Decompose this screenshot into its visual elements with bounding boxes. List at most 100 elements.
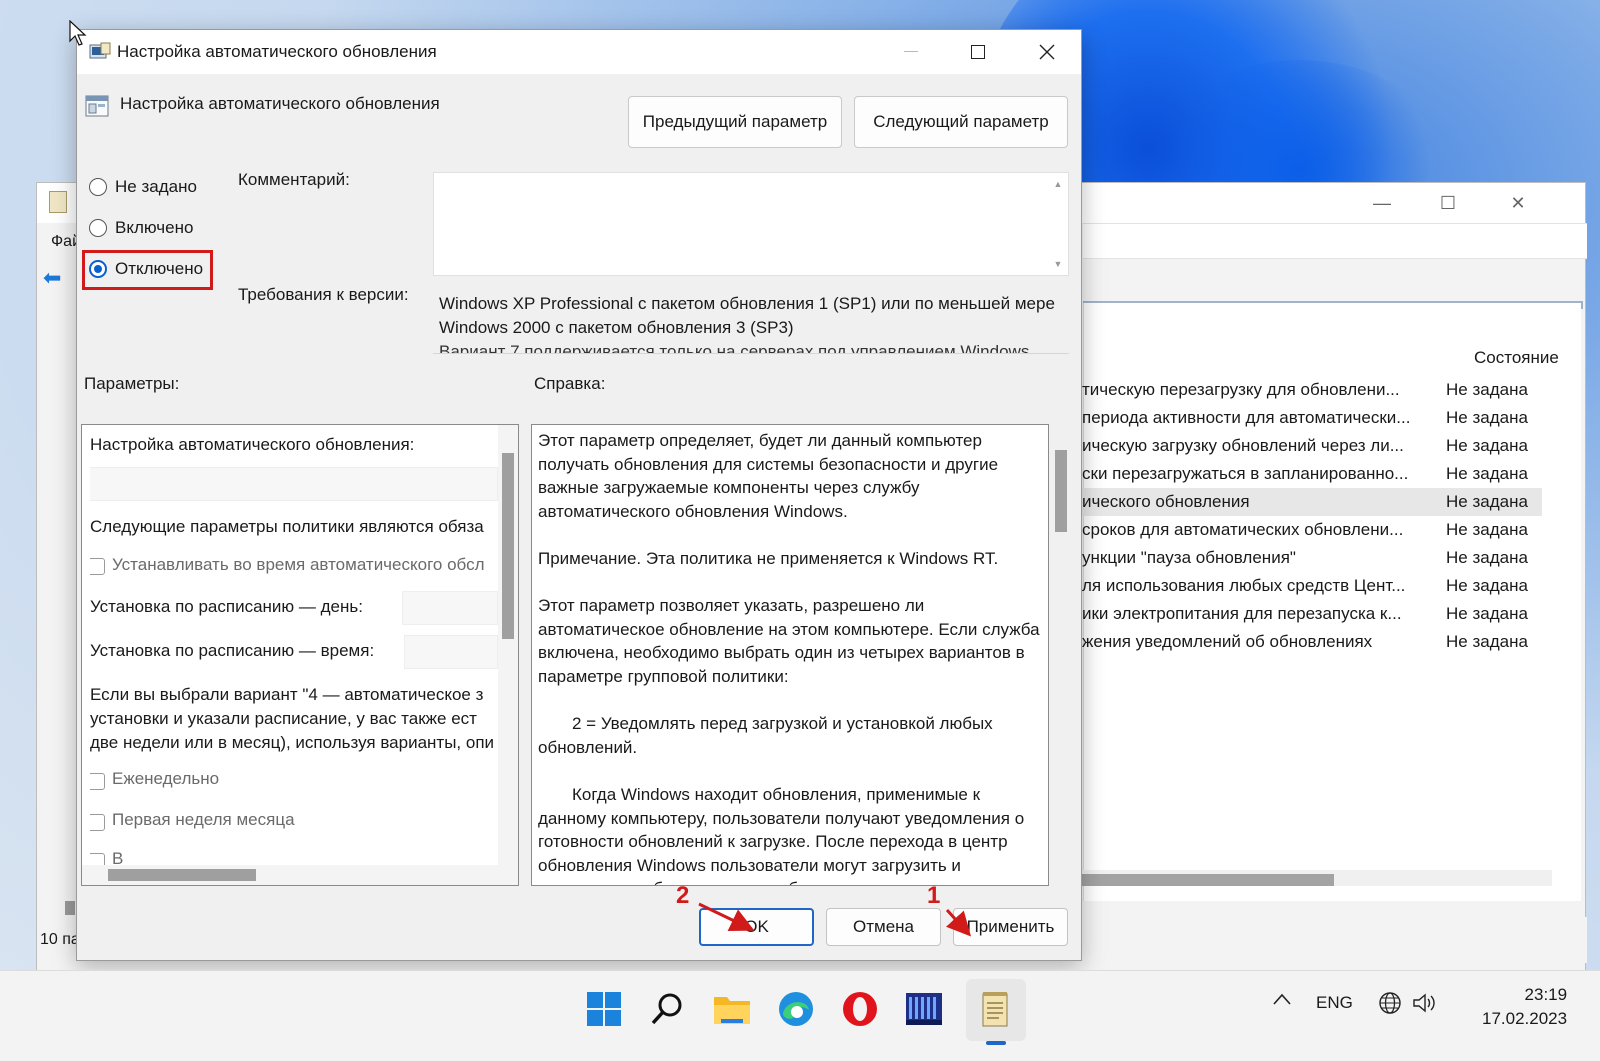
policy-name-cell: ики электропитания для перезапуска к...	[1082, 604, 1402, 623]
params-following: Следующие параметры политики являются об…	[90, 517, 484, 536]
requirements-text: Windows XP Professional с пакетом обновл…	[439, 294, 1055, 337]
comment-scrollbar[interactable]: ▲ ▼	[1052, 179, 1064, 269]
close-button[interactable]	[1013, 30, 1081, 74]
help-vscroll[interactable]	[1051, 424, 1071, 886]
first-week-checkbox[interactable]	[90, 814, 105, 831]
bg-close-button[interactable]: ✕	[1495, 189, 1541, 217]
active-app-indicator	[986, 1041, 1006, 1045]
system-clock[interactable]: 23:19 17.02.2023	[1482, 983, 1567, 1031]
schedule-day-select[interactable]	[402, 591, 498, 625]
first-week-label: Первая неделя месяца	[112, 810, 295, 829]
bg-minimize-button[interactable]: —	[1359, 189, 1405, 217]
policy-row[interactable]: ическую загрузку обновлений через ли... Н…	[1082, 432, 1542, 460]
radio-label: Включено	[115, 218, 194, 237]
policy-row[interactable]: ски перезагружаться в запланированно... Н…	[1082, 460, 1542, 488]
app-icon[interactable]	[900, 985, 948, 1033]
help-paragraph: 2 = Уведомлять перед загрузкой и установ…	[538, 714, 993, 757]
policy-state-cell: Не задана	[1446, 548, 1528, 567]
policy-setting-icon	[85, 95, 109, 117]
next-week-checkbox[interactable]	[90, 853, 105, 865]
maximize-button[interactable]	[944, 30, 1012, 74]
cut-item-label: В	[112, 849, 124, 865]
radio-enabled[interactable]: Включено	[89, 218, 193, 238]
policy-state-cell: Не задана	[1446, 520, 1528, 539]
bg-toolbar	[1083, 223, 1587, 259]
policy-row[interactable]: тическую перезагрузку для обновлени... Не…	[1082, 376, 1542, 404]
policy-setting-dialog[interactable]: Настройка автоматического обновления Нас…	[69, 20, 1082, 961]
policy-state-cell: Не задана	[1446, 408, 1528, 427]
weekly-checkbox[interactable]	[90, 773, 105, 790]
step-number-2: 2	[676, 882, 690, 909]
windows-start-icon[interactable]	[580, 985, 628, 1033]
policy-state-cell: Не задана	[1446, 632, 1528, 651]
help-paragraph: Примечание. Эта политика не применяется …	[538, 548, 999, 568]
file-explorer-icon[interactable]	[708, 985, 756, 1033]
state-column-header[interactable]: Состояние	[1474, 348, 1559, 368]
radio-circle[interactable]	[89, 219, 107, 237]
policy-row[interactable]: периода активности для автоматически... Н…	[1082, 404, 1542, 432]
schedule-time-label: Установка по расписанию — время:	[90, 641, 375, 660]
parameters-vscroll[interactable]	[498, 425, 518, 865]
highlight-frame	[82, 250, 213, 290]
policy-name-cell: жения уведомлений об обновлениях	[1082, 632, 1373, 651]
minimize-button[interactable]	[877, 30, 945, 74]
vscroll-thumb[interactable]	[502, 453, 514, 639]
globe-icon[interactable]	[1378, 991, 1402, 1020]
policy-name-cell: тическую перезагрузку для обновлени...	[1082, 380, 1400, 399]
policy-editor-icon	[89, 42, 111, 59]
help-panel[interactable]: Этот параметр определяет, будет ли данны…	[531, 424, 1049, 886]
notepad-icon[interactable]	[972, 985, 1020, 1033]
comment-textarea[interactable]: ▲ ▼	[433, 172, 1069, 276]
bg-maximize-button[interactable]: ☐	[1425, 189, 1471, 217]
help-paragraph: Этот параметр позволяет указать, разреше…	[538, 596, 1040, 686]
policy-state-cell: Не задана	[1446, 492, 1528, 511]
install-during-label: Устанавливать во время автоматического о…	[112, 555, 485, 574]
step-number-1: 1	[927, 882, 941, 909]
radio-circle[interactable]	[89, 178, 107, 196]
policy-row[interactable]: сроков для автоматических обновлени... Не…	[1082, 516, 1542, 544]
edge-icon[interactable]	[772, 985, 820, 1033]
vscroll-thumb[interactable]	[1055, 450, 1067, 532]
weekly-label: Еженедельно	[112, 769, 220, 788]
install-during-checkbox[interactable]	[90, 558, 105, 575]
maximize-icon	[971, 45, 985, 59]
policy-row[interactable]: ля использования любых средств Цент... Не…	[1082, 572, 1542, 600]
help-paragraph: Этот параметр определяет, будет ли данны…	[538, 431, 999, 521]
policy-name-cell: сроков для автоматических обновлени...	[1082, 520, 1404, 539]
next-setting-button[interactable]: Следующий параметр	[854, 96, 1068, 148]
search-icon[interactable]	[644, 985, 692, 1033]
parameters-hscroll[interactable]	[82, 865, 518, 885]
hscroll-thumb[interactable]	[1082, 874, 1334, 886]
hscroll-thumb[interactable]	[108, 869, 256, 881]
opera-icon[interactable]	[836, 985, 884, 1033]
taskbar: ENG 23:19 17.02.2023	[0, 970, 1600, 1061]
auto-update-mode-select[interactable]	[90, 467, 498, 501]
cancel-button[interactable]: Отмена	[826, 908, 941, 946]
chevron-up-icon[interactable]	[1272, 991, 1292, 1011]
policy-row[interactable]: жения уведомлений об обновлениях Не задан…	[1082, 628, 1542, 656]
radio-not-configured[interactable]: Не задано	[89, 177, 197, 197]
policy-name-cell: ски перезагружаться в запланированно...	[1082, 464, 1409, 483]
minimize-icon	[904, 51, 918, 52]
scroll-up-icon[interactable]: ▲	[1054, 179, 1063, 189]
policy-state-cell: Не задана	[1446, 576, 1528, 595]
close-icon	[1039, 44, 1055, 60]
arrow-annotation-icon	[698, 902, 755, 932]
schedule-time-select[interactable]	[404, 635, 498, 669]
help-label: Справка:	[534, 374, 606, 393]
policy-row[interactable]: ункции "пауза обновления" Не задана	[1082, 544, 1542, 572]
policy-name-cell: периода активности для автоматически...	[1082, 408, 1411, 427]
parameters-panel[interactable]: Настройка автоматического обновления: Сл…	[81, 424, 519, 886]
policy-state-cell: Не задана	[1446, 464, 1528, 483]
language-indicator[interactable]: ENG	[1316, 993, 1353, 1013]
speaker-icon[interactable]	[1412, 991, 1438, 1020]
previous-setting-button[interactable]: Предыдущий параметр	[628, 96, 842, 148]
policy-list-hscroll[interactable]	[1082, 870, 1552, 886]
policy-row[interactable]: ического обновления Не задана	[1082, 488, 1542, 516]
scroll-down-icon[interactable]: ▼	[1054, 259, 1063, 269]
bg-scroll-thumb[interactable]	[65, 901, 75, 915]
requirements-cut-line: Вариант 7 поддерживается только на серве…	[439, 342, 1030, 354]
requirements-box: Windows XP Professional с пакетом обновл…	[433, 288, 1069, 354]
back-arrow-icon[interactable]: ⬅	[43, 265, 61, 291]
policy-row[interactable]: ики электропитания для перезапуска к... Н…	[1082, 600, 1542, 628]
